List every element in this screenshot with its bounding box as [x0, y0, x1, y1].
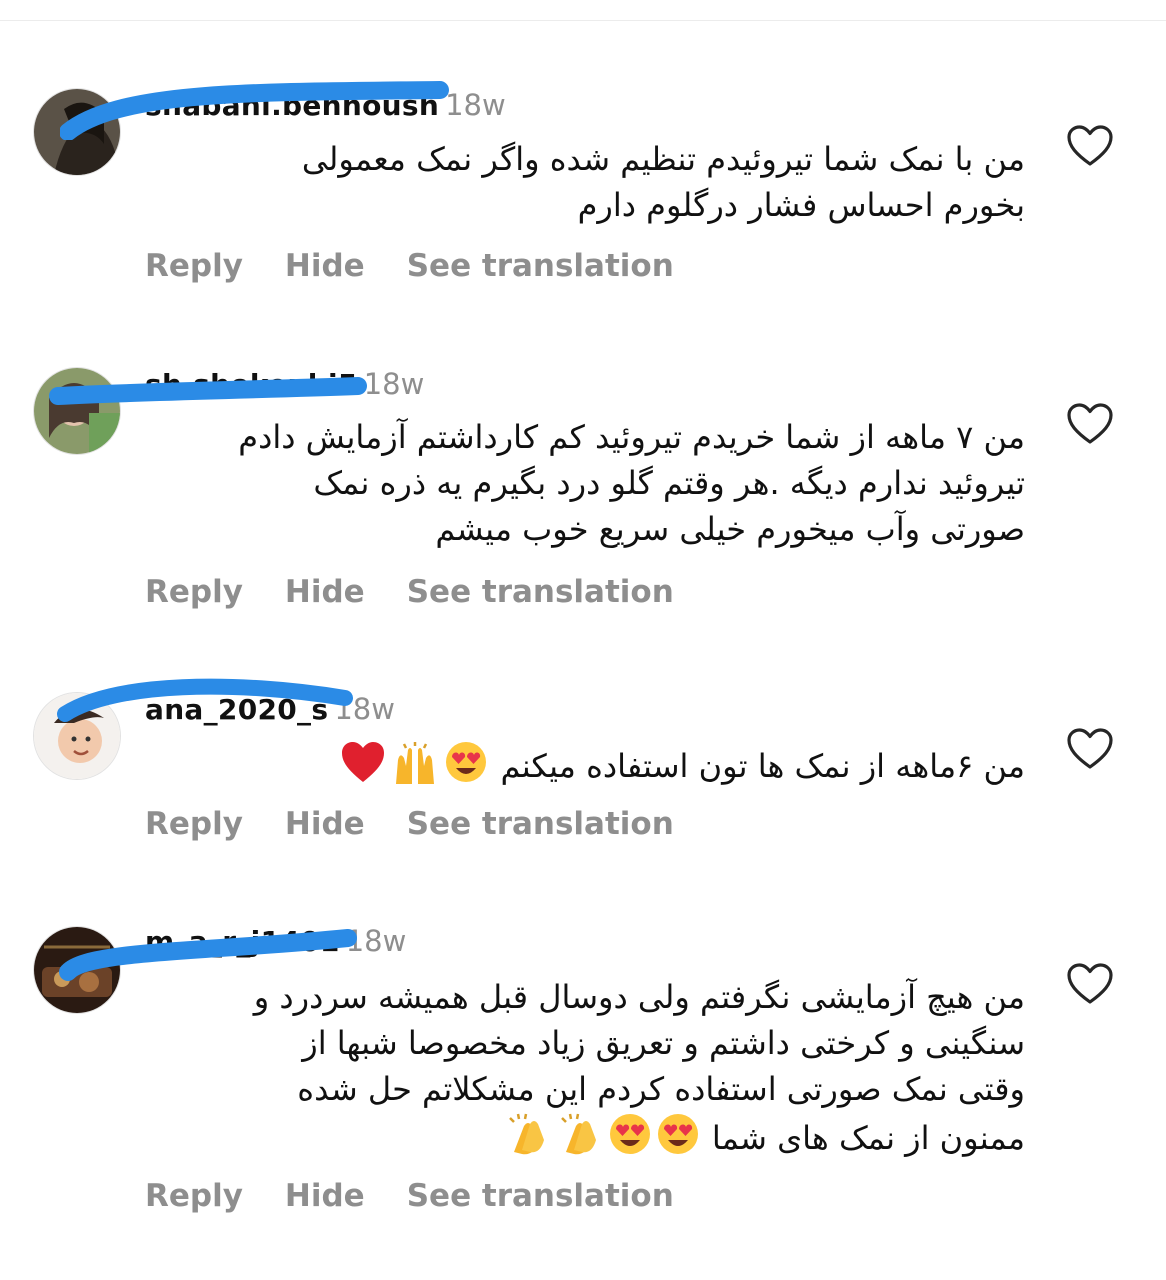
- comment-actions: Reply Hide See translation: [145, 806, 716, 842]
- red-heart-emoji: [340, 740, 386, 796]
- hide-button[interactable]: Hide: [285, 574, 365, 610]
- see-translation-button[interactable]: See translation: [407, 574, 674, 610]
- raised-hands-emoji: [390, 740, 440, 796]
- avatar[interactable]: [33, 926, 121, 1014]
- comment-line: من هیچ آزمایشی نگرفتم ولی دوسال قبل همیش…: [253, 978, 1025, 1016]
- avatar[interactable]: [33, 88, 121, 176]
- comment-line: سنگینی و کرختی داشتم و تعریق زیاد مخصوصا…: [302, 1024, 1025, 1062]
- heart-eyes-emoji: [444, 740, 488, 796]
- comment-line-text: ممنون از نمک های شما: [711, 1119, 1025, 1157]
- comment-meta: ana_2020_s 18w: [145, 692, 395, 732]
- comment-time: 18w: [363, 367, 425, 401]
- comment-line: تیروئید ندارم دیگه .هر وقتم گلو درد بگیر…: [313, 464, 1025, 502]
- comment-username[interactable]: sh.shokouhi5: [145, 368, 358, 401]
- heart-eyes-emoji: [656, 1112, 700, 1168]
- hide-button[interactable]: Hide: [285, 806, 365, 842]
- reply-button[interactable]: Reply: [145, 1178, 243, 1214]
- comment-line-text: من ۶ماهه از نمک ها تون استفاده میکنم: [500, 747, 1026, 785]
- avatar[interactable]: [33, 692, 121, 780]
- comment-line: ممنون از نمک های شما: [502, 1112, 1025, 1168]
- reply-button[interactable]: Reply: [145, 574, 243, 610]
- avatar[interactable]: [33, 367, 121, 455]
- comment-meta: shabani.behnoush 18w: [145, 88, 506, 128]
- comment-actions: Reply Hide See translation: [145, 574, 716, 610]
- comment-line: وقتی نمک صورتی استفاده کردم این مشکلاتم …: [297, 1070, 1025, 1108]
- like-heart-icon[interactable]: [1066, 402, 1114, 446]
- comment-username[interactable]: m_a_r_j1401: [145, 925, 340, 958]
- see-translation-button[interactable]: See translation: [407, 1178, 674, 1214]
- comment-line: من ۶ماهه از نمک ها تون استفاده میکنم: [338, 740, 1025, 796]
- top-divider: [0, 20, 1166, 21]
- comment-actions: Reply Hide See translation: [145, 1178, 716, 1214]
- comment-text: من ۷ ماهه از شما خریدم تیروئید کم کارداش…: [145, 414, 1025, 552]
- comment-line: صورتی وآب میخورم خیلی سریع خوب میشم: [435, 510, 1025, 548]
- comment-username[interactable]: shabani.behnoush: [145, 89, 439, 122]
- comment-meta: sh.shokouhi5 18w: [145, 367, 424, 407]
- hide-button[interactable]: Hide: [285, 248, 365, 284]
- comment-text: من هیچ آزمایشی نگرفتم ولی دوسال قبل همیش…: [145, 974, 1025, 1168]
- comment-time: 18w: [334, 692, 395, 726]
- comment-actions: Reply Hide See translation: [145, 248, 716, 284]
- heart-eyes-emoji: [608, 1112, 652, 1168]
- hide-button[interactable]: Hide: [285, 1178, 365, 1214]
- see-translation-button[interactable]: See translation: [407, 806, 674, 842]
- reply-button[interactable]: Reply: [145, 248, 243, 284]
- comment-line: من ۷ ماهه از شما خریدم تیروئید کم کارداش…: [238, 418, 1025, 456]
- comment-time: 18w: [445, 88, 506, 122]
- comment-meta: m_a_r_j1401 18w: [145, 924, 406, 964]
- comment-text: من ۶ماهه از نمک ها تون استفاده میکنم: [145, 740, 1025, 796]
- like-heart-icon[interactable]: [1066, 124, 1114, 168]
- see-translation-button[interactable]: See translation: [407, 248, 674, 284]
- clapping-hands-emoji: [504, 1112, 552, 1168]
- comment-line: بخورم احساس فشار درگلوم دارم: [577, 186, 1025, 224]
- comment-time: 18w: [345, 924, 407, 958]
- like-heart-icon[interactable]: [1066, 727, 1114, 771]
- comment-text: من با نمک شما تیروئیدم تنظیم شده واگر نم…: [145, 136, 1025, 228]
- reply-button[interactable]: Reply: [145, 806, 243, 842]
- clapping-hands-emoji: [556, 1112, 604, 1168]
- comment-username[interactable]: ana_2020_s: [145, 693, 328, 726]
- like-heart-icon[interactable]: [1066, 962, 1114, 1006]
- comment-line: من با نمک شما تیروئیدم تنظیم شده واگر نم…: [301, 140, 1025, 178]
